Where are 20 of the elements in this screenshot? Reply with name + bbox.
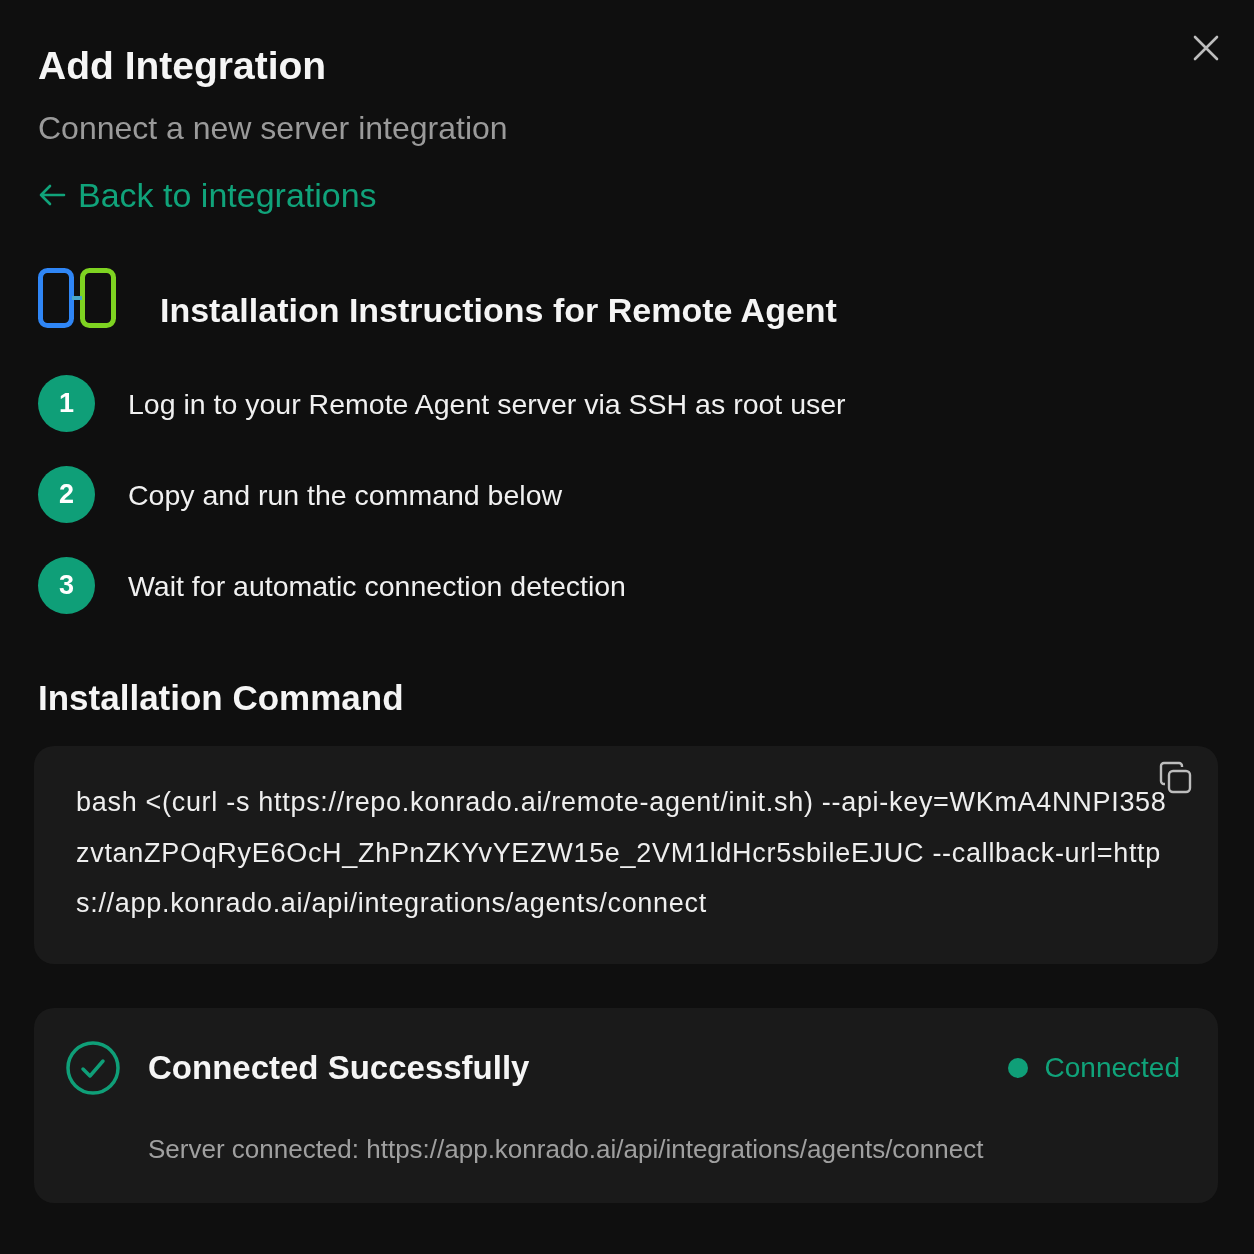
step-number: 2 [38, 466, 95, 523]
step-number: 3 [38, 557, 95, 614]
instructions-heading: Installation Instructions for Remote Agent [160, 290, 837, 330]
command-text: bash <(curl -s https://repo.konrado.ai/remote-agent/init.sh) --api-key=WKmA4NNPI358zvtanZPOqRyE6OcH_ZhPnZKYvYEZW15e_2VM1ldHcr5sbileEJUC --callback-url=https://app.konrado.ai/api/integrations/agents/connect [76, 786, 1168, 920]
connection-detail: Server connected: https://app.konrado.ai/api/integrations/agents/connect [148, 1132, 984, 1165]
check-circle-icon [66, 1040, 120, 1095]
dialog-title: Add Integration [38, 43, 327, 89]
dialog-subtitle: Connect a new server integration [38, 110, 508, 146]
step-number: 1 [38, 375, 95, 432]
arrow-left-icon [38, 183, 66, 207]
command-heading: Installation Command [38, 678, 404, 718]
close-button[interactable] [1192, 34, 1220, 62]
step-text: Log in to your Remote Agent server via SSH as root user [128, 386, 846, 421]
connection-title: Connected Successfully [148, 1047, 530, 1088]
step-text: Copy and run the command below [128, 477, 563, 512]
close-icon [1192, 34, 1220, 62]
back-link[interactable]: Back to integrations [38, 176, 377, 214]
status-label: Connected [1044, 1050, 1180, 1085]
linked-blocks-icon [38, 268, 116, 328]
step-text: Wait for automatic connection detection [128, 568, 626, 603]
